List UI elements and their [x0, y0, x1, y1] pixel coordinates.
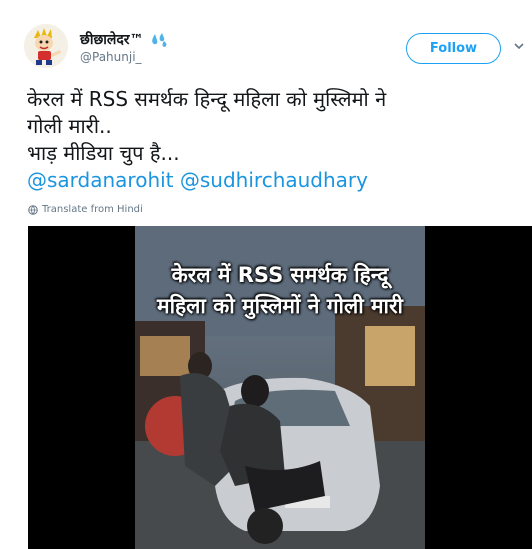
globe-icon — [28, 204, 38, 215]
user-handle[interactable]: @Pahunji_ — [80, 50, 142, 64]
tweet-text: केरल में RSS समर्थक हिन्दू महिला को मुस्… — [27, 86, 517, 194]
follow-button[interactable]: Follow — [406, 33, 501, 64]
chevron-down-icon[interactable] — [513, 40, 525, 52]
tweet-line: गोली मारी.. — [27, 114, 112, 138]
translate-link[interactable]: Translate from Hindi — [28, 204, 143, 215]
avatar[interactable] — [24, 24, 68, 68]
mention-link[interactable]: @sardanarohit — [27, 168, 174, 192]
video-frame[interactable]: केरल में RSS समर्थक हिन्दू महिला को मुस्… — [135, 226, 425, 549]
mentions-line: @sardanarohit @sudhirchaudhary — [27, 167, 517, 194]
video-caption-line: केरल में RSS समर्थक हिन्दू — [171, 263, 389, 287]
tweet-card: छीछालेदर™ @Pahunji_ Follow केरल में RSS … — [0, 0, 532, 549]
sweat-droplets-icon — [151, 32, 166, 47]
tweet-line: भाड़ मीडिया चुप है... — [27, 141, 180, 165]
translate-label[interactable]: Translate from Hindi — [42, 204, 143, 215]
video-player[interactable]: केरल में RSS समर्थक हिन्दू महिला को मुस्… — [28, 226, 532, 549]
video-caption: केरल में RSS समर्थक हिन्दू महिला को मुस्… — [135, 260, 425, 322]
video-caption-line: महिला को मुस्लिमों ने गोली मारी — [157, 294, 403, 318]
cartoon-character-icon — [24, 24, 68, 68]
mention-link[interactable]: @sudhirchaudhary — [180, 168, 368, 192]
display-name[interactable]: छीछालेदर™ — [80, 30, 144, 49]
tweet-line: केरल में RSS समर्थक हिन्दू महिला को मुस्… — [27, 87, 387, 111]
user-name-row[interactable]: छीछालेदर™ — [80, 30, 168, 49]
